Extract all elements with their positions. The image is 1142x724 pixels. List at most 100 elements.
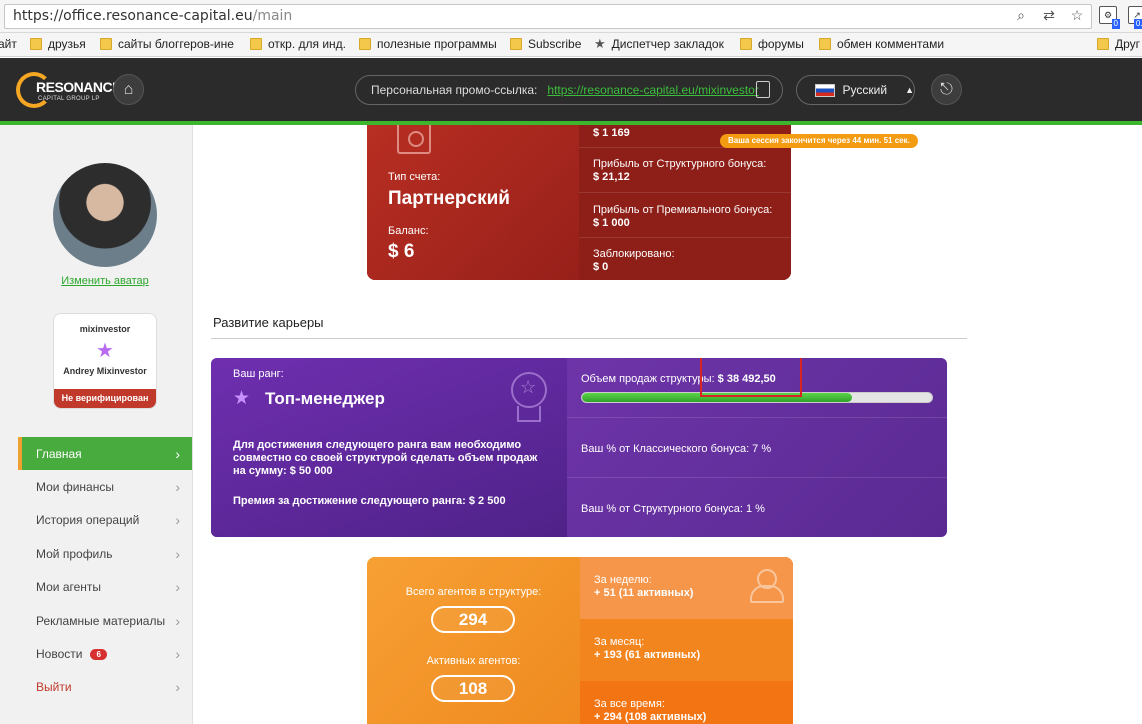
verification-status: Не верифицирован (54, 389, 156, 408)
annotation-highlight-box (700, 358, 802, 397)
bookmark-7[interactable]: форумы (740, 37, 804, 51)
medal-ribbon-icon (517, 406, 541, 422)
browser-toolbar: https://office.resonance-capital.eu/main… (0, 0, 1142, 33)
sales-volume-label: Объем продаж структуры: (581, 373, 715, 385)
sidebar-item-news[interactable]: Новости 6 › (18, 637, 192, 671)
bookmark-label: форумы (758, 37, 804, 51)
structural-profit-row: Прибыль от Структурного бонуса: $ 21,12 (593, 158, 766, 183)
premium-profit-value: $ 1 000 (593, 217, 630, 229)
account-type-value: Партнерский (388, 188, 510, 209)
bookmark-9[interactable]: Друг (1097, 37, 1140, 51)
total-agents-label: Всего агентов в структуре: (405, 586, 542, 598)
month-cell: За месяц: + 193 (61 активных) (580, 619, 793, 681)
user-full-name: Andrey Mixinvestor (63, 366, 147, 376)
bookmark-0[interactable]: айт (0, 37, 17, 51)
sidebar: Изменить аватар mixinvestor ★ Andrey Mix… (0, 125, 193, 724)
total-agents-value: 294 (431, 606, 515, 633)
chevron-right-icon: › (175, 612, 180, 629)
premium-profit-row: Прибыль от Премиального бонуса: $ 1 000 (593, 204, 772, 229)
zoom-icon[interactable]: ⌕ (1012, 6, 1030, 24)
chevron-right-icon: › (175, 445, 180, 462)
sidebar-menu: Главная › Мои финансы › История операций › … (18, 437, 192, 705)
caret-up-icon: ▲ (905, 85, 914, 95)
safe-icon (397, 125, 431, 154)
extension-icon[interactable]: ⚙ 0 (1099, 6, 1120, 29)
sidebar-item-history[interactable]: История операций › (18, 503, 192, 538)
avatar (53, 163, 157, 267)
sidebar-item-profile[interactable]: Мой профиль › (18, 537, 192, 571)
blocked-label: Заблокировано: (593, 248, 675, 260)
bookmark-1[interactable]: друзья (30, 37, 86, 51)
next-rank-bonus: Премия за достижение следующего ранга: $… (233, 495, 506, 507)
bookmark-8[interactable]: обмен комментами (819, 37, 944, 51)
promo-link[interactable]: https://resonance-capital.eu/mixinvestor (547, 83, 758, 97)
account-card: Тип счета: Партнерский Баланс: $ 6 $ 1 1… (367, 125, 791, 280)
promo-label: Персональная промо-ссылка: (371, 83, 538, 97)
blocked-value: $ 0 (593, 261, 609, 273)
sidebar-item-promo-materials[interactable]: Рекламные материалы › (18, 603, 192, 638)
balance-label: Баланс: (388, 225, 429, 237)
address-bar[interactable]: https://office.resonance-capital.eu/main (4, 4, 1092, 29)
copy-icon[interactable] (756, 81, 770, 98)
bookmark-label: сайты блоггеров-ине (118, 37, 234, 51)
sidebar-item-finances[interactable]: Мои финансы › (18, 470, 192, 504)
divider (211, 338, 967, 339)
extension-badge: 0 (1111, 19, 1120, 29)
star-icon: ★ (594, 36, 606, 51)
bookmark-label: Subscribe (528, 37, 582, 51)
folder-icon (819, 38, 831, 50)
sidebar-item-label: Рекламные материалы (36, 613, 166, 628)
sidebar-item-label: Мои агенты (36, 580, 102, 595)
divider (579, 192, 791, 193)
active-agents-value: 108 (431, 675, 515, 702)
sidebar-item-label: История операций (36, 513, 140, 528)
bookmark-star-icon[interactable]: ☆ (1068, 6, 1086, 24)
logo-subtext: CAPITAL GROUP LP (38, 96, 100, 102)
user-login: mixinvestor (79, 324, 131, 334)
divider (579, 237, 791, 238)
account-type-label: Тип счета: (388, 171, 441, 183)
bookmark-label: полезные программы (377, 37, 497, 51)
bookmark-2[interactable]: сайты блоггеров-ине (100, 37, 234, 51)
medal-icon (511, 372, 547, 408)
translate-icon[interactable]: ⇄ (1040, 6, 1058, 24)
url-path: /main (252, 8, 293, 24)
active-agents-label: Активных агентов: (426, 655, 521, 667)
agents-summary: Всего агентов в структуре: 294 Активных … (367, 557, 580, 724)
sidebar-item-exit[interactable]: Выйти › (18, 670, 192, 705)
logo[interactable]: RESONANCE CAPITAL GROUP LP (16, 68, 121, 112)
sidebar-item-agents[interactable]: Мои агенты › (18, 570, 192, 604)
all-time-label: За все время: (594, 698, 665, 710)
logout-button[interactable]: ⎋ (931, 74, 962, 105)
sidebar-item-label: Мои финансы (36, 480, 114, 495)
chevron-right-icon: › (175, 646, 180, 663)
news-count-badge: 6 (90, 648, 107, 660)
extension-icon-2[interactable]: ↗0.1 (1128, 6, 1142, 29)
home-button[interactable]: ⌂ (113, 74, 144, 105)
bookmark-4[interactable]: полезные программы (359, 37, 497, 51)
chevron-right-icon: › (175, 512, 180, 529)
app-header: RESONANCE CAPITAL GROUP LP ⌂ Персональна… (0, 58, 1142, 121)
balance-value: $ 6 (388, 241, 415, 262)
change-avatar-link[interactable]: Изменить аватар (0, 275, 210, 287)
session-timer-badge: Ваша сессия закончится через 44 мин. 51 … (720, 134, 918, 148)
language-selector[interactable]: Русский ▲ (796, 75, 915, 105)
all-time-value: + 294 (108 активных) (594, 711, 707, 723)
bookmark-3[interactable]: откр. для инд. (250, 37, 346, 51)
structural-profit-value: $ 21,12 (593, 171, 630, 183)
people-icon (747, 569, 784, 603)
week-label: За неделю: (594, 574, 652, 586)
bookmark-label: друзья (48, 37, 86, 51)
folder-icon (510, 38, 522, 50)
divider (567, 417, 947, 418)
rank-name: Топ-менеджер (265, 389, 385, 408)
career-section-title: Развитие карьеры (213, 315, 324, 330)
bookmark-5[interactable]: Subscribe (510, 37, 581, 51)
home-icon: ⌂ (123, 80, 134, 98)
bookmark-6[interactable]: ★ Диспетчер закладок (594, 37, 724, 51)
language-label: Русский (842, 83, 888, 97)
bookmark-label: обмен комментами (837, 37, 945, 51)
chevron-right-icon: › (175, 579, 180, 596)
month-value: + 193 (61 активных) (594, 649, 701, 661)
sidebar-item-main[interactable]: Главная › (18, 437, 192, 471)
